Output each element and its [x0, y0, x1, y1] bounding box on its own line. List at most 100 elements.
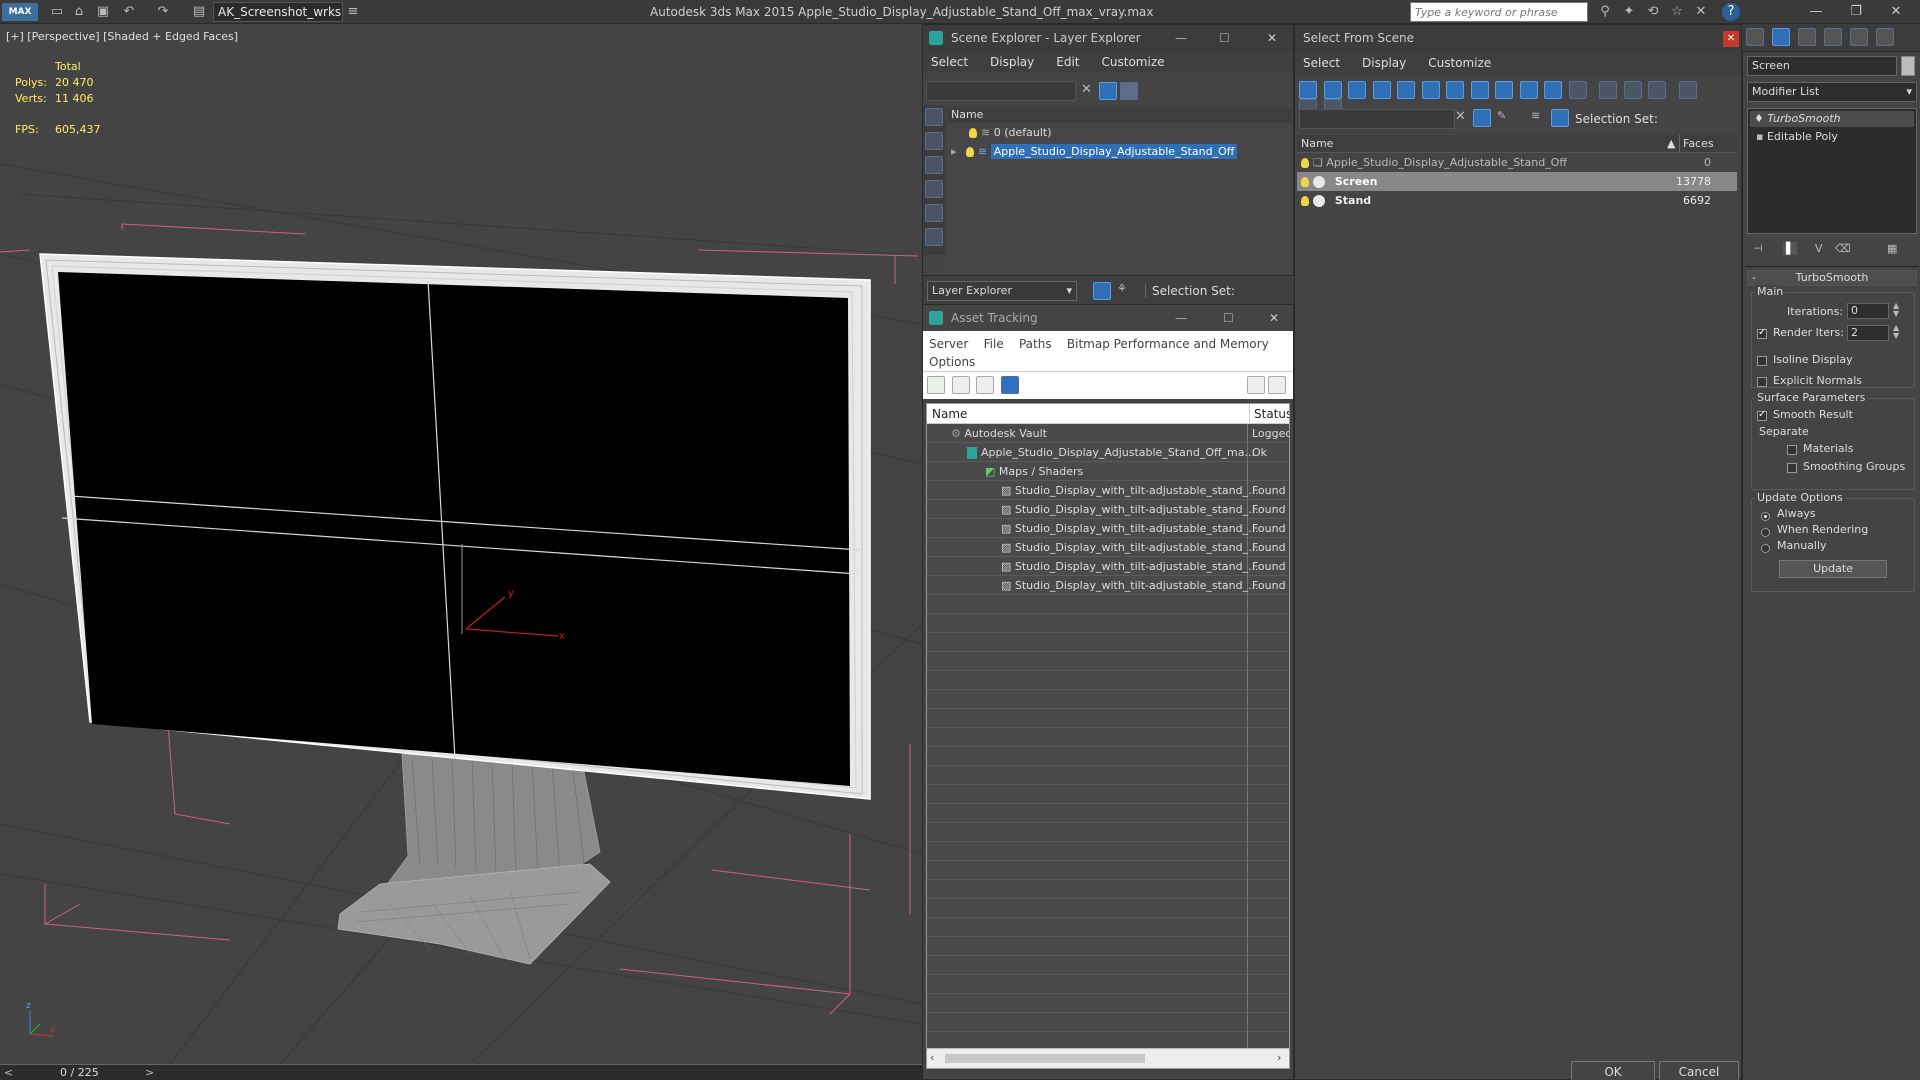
- sfs-filter-settings-icon[interactable]: ✎: [1497, 109, 1506, 122]
- filter-groups-icon[interactable]: [1446, 81, 1464, 99]
- sfs-cancel-button[interactable]: Cancel: [1659, 1061, 1739, 1080]
- scene-explorer-close[interactable]: ✕: [1267, 25, 1277, 51]
- sfs-filter-icon[interactable]: [1473, 109, 1491, 127]
- time-slider[interactable]: < 0 / 225 >: [0, 1064, 922, 1080]
- create-tab-icon[interactable]: [1746, 28, 1764, 46]
- sfs-col-faces[interactable]: Faces: [1679, 135, 1714, 152]
- filter-containers-icon[interactable]: [1519, 81, 1538, 99]
- smooth-result-checkbox[interactable]: [1757, 409, 1772, 422]
- sfs-ok-button[interactable]: OK: [1571, 1061, 1655, 1080]
- iterations-spinner[interactable]: 0: [1847, 303, 1889, 319]
- se-layer-apple[interactable]: ▸ ≋ Apple_Studio_Display_Adjustable_Stan…: [947, 142, 1291, 161]
- se-layers-mode-icon[interactable]: [1093, 282, 1111, 300]
- binoculars-icon[interactable]: ⚲: [1596, 3, 1614, 21]
- se-filter-icon[interactable]: [1099, 82, 1117, 100]
- at-row-texture[interactable]: ▨ Studio_Display_with_tilt-adjustable_st…: [927, 557, 1289, 576]
- at-row-texture[interactable]: ▨ Studio_Display_with_tilt-adjustable_st…: [927, 538, 1289, 557]
- se-display-geometry-icon[interactable]: [925, 108, 943, 126]
- se-menu-edit[interactable]: Edit: [1056, 55, 1079, 69]
- sfs-clear-search-icon[interactable]: ✕: [1455, 109, 1466, 124]
- favorites-star-icon[interactable]: ☆: [1668, 3, 1686, 21]
- sfs-search-input[interactable]: [1299, 109, 1455, 129]
- display-all-icon[interactable]: [1599, 81, 1617, 99]
- restore-button[interactable]: ❐: [1836, 2, 1876, 22]
- tools-icon[interactable]: ✦: [1620, 3, 1638, 21]
- at-row-texture[interactable]: ▨ Studio_Display_with_tilt-adjustable_st…: [927, 576, 1289, 595]
- manually-radio[interactable]: [1761, 541, 1776, 554]
- turbosmooth-rollout-header[interactable]: - TurboSmooth: [1747, 270, 1917, 286]
- object-color-swatch[interactable]: [1901, 56, 1915, 76]
- always-radio[interactable]: [1761, 509, 1776, 522]
- at-menu-paths[interactable]: Paths: [1019, 337, 1052, 351]
- isoline-display-checkbox[interactable]: [1757, 354, 1772, 367]
- at-table-icon[interactable]: [1000, 376, 1019, 394]
- close-x-icon[interactable]: ✕: [1692, 3, 1710, 21]
- update-button[interactable]: Update: [1779, 560, 1887, 578]
- asset-tracking-titlebar[interactable]: Asset Tracking — ☐ ✕: [923, 305, 1293, 331]
- undo-icon[interactable]: ↶: [120, 3, 138, 21]
- filter-hidden-icon[interactable]: [1568, 81, 1587, 99]
- filter-frozen-icon[interactable]: [1544, 81, 1562, 99]
- help-icon[interactable]: ?: [1722, 3, 1740, 21]
- light-bulb-icon[interactable]: [1301, 196, 1309, 206]
- minimize-button[interactable]: —: [1796, 2, 1836, 22]
- at-menu-file[interactable]: File: [984, 337, 1004, 351]
- time-next-button[interactable]: >: [145, 1066, 154, 1079]
- se-hierarchy-mode-icon[interactable]: ⚘: [1117, 282, 1127, 295]
- redo-icon[interactable]: ↷: [154, 3, 172, 21]
- search-input[interactable]: Type a keyword or phrase: [1410, 2, 1588, 22]
- se-display-cameras-icon[interactable]: [925, 180, 943, 198]
- filter-xrefs-icon[interactable]: [1470, 81, 1489, 99]
- filter-geometry-icon[interactable]: [1299, 81, 1317, 99]
- asset-tracking-minimize[interactable]: —: [1175, 305, 1187, 331]
- perspective-viewport[interactable]: y x z x [+] [Perspective] [Shaded + Edge…: [0, 24, 922, 1064]
- at-list-icon[interactable]: [951, 376, 970, 394]
- filter-shapes-icon[interactable]: [1323, 81, 1342, 99]
- at-thumbnail-icon[interactable]: [976, 376, 994, 394]
- se-display-spacewarps-icon[interactable]: [925, 228, 943, 246]
- light-bulb-icon[interactable]: [1301, 158, 1309, 168]
- open-file-icon[interactable]: ⌂: [70, 3, 88, 21]
- sfs-menu-select[interactable]: Select: [1303, 56, 1340, 70]
- workspace-menu-icon[interactable]: ≡: [344, 3, 362, 21]
- scroll-right-arrow-icon[interactable]: ›: [1277, 1051, 1281, 1064]
- modifier-list-dropdown[interactable]: Modifier List ▾: [1747, 82, 1917, 102]
- sfs-layers-icon[interactable]: ≋: [1531, 109, 1549, 127]
- modifier-on-bulb-icon[interactable]: ♦: [1754, 112, 1767, 125]
- se-menu-customize[interactable]: Customize: [1102, 55, 1165, 69]
- materials-checkbox[interactable]: [1787, 443, 1802, 456]
- motion-tab-icon[interactable]: [1824, 28, 1842, 46]
- at-menu-bitmap[interactable]: Bitmap Performance and Memory: [1067, 337, 1269, 351]
- sfs-menu-display[interactable]: Display: [1362, 56, 1406, 70]
- display-none-icon[interactable]: [1623, 81, 1642, 99]
- object-name-field[interactable]: Screen: [1747, 56, 1897, 76]
- at-row-texture[interactable]: ▨ Studio_Display_with_tilt-adjustable_st…: [927, 481, 1289, 500]
- scene-explorer-titlebar[interactable]: Scene Explorer - Layer Explorer — ☐ ✕: [923, 25, 1293, 51]
- light-bulb-icon[interactable]: [1301, 177, 1309, 187]
- sfs-funnel-icon[interactable]: [1678, 81, 1697, 99]
- display-invert-icon[interactable]: [1648, 81, 1666, 99]
- se-layer-default[interactable]: ≋ 0 (default): [947, 123, 1291, 142]
- sfs-hierarchy-mode-icon[interactable]: [1551, 109, 1569, 127]
- new-file-icon[interactable]: ▭: [48, 3, 66, 21]
- se-clear-search-icon[interactable]: ✕: [1081, 82, 1092, 97]
- scene-explorer-minimize[interactable]: —: [1175, 25, 1187, 51]
- at-help-icon[interactable]: [1247, 376, 1265, 394]
- filter-bones-icon[interactable]: [1495, 81, 1513, 99]
- modify-tab-icon[interactable]: [1772, 28, 1790, 46]
- expand-arrow-icon[interactable]: ▸: [951, 145, 960, 158]
- show-end-result-icon[interactable]: ▌: [1783, 242, 1798, 255]
- at-row-maps[interactable]: ◩ Maps / Shaders: [927, 462, 1289, 481]
- scene-explorer-maximize[interactable]: ☐: [1219, 25, 1230, 51]
- hierarchy-tab-icon[interactable]: [1798, 28, 1816, 46]
- se-menu-select[interactable]: Select: [931, 55, 968, 69]
- at-col-name[interactable]: Name: [932, 404, 967, 423]
- utilities-tab-icon[interactable]: [1876, 28, 1894, 46]
- save-icon[interactable]: ▣: [94, 3, 112, 21]
- sfs-titlebar[interactable]: Select From Scene ✕: [1295, 25, 1741, 51]
- display-tab-icon[interactable]: [1850, 28, 1868, 46]
- at-row-maxfile[interactable]: Apple_Studio_Display_Adjustable_Stand_Of…: [927, 443, 1289, 462]
- asset-tracking-close[interactable]: ✕: [1269, 305, 1279, 331]
- configure-sets-icon[interactable]: ▦: [1887, 242, 1897, 255]
- stack-item-editable-poly[interactable]: ▪ Editable Poly: [1750, 129, 1914, 145]
